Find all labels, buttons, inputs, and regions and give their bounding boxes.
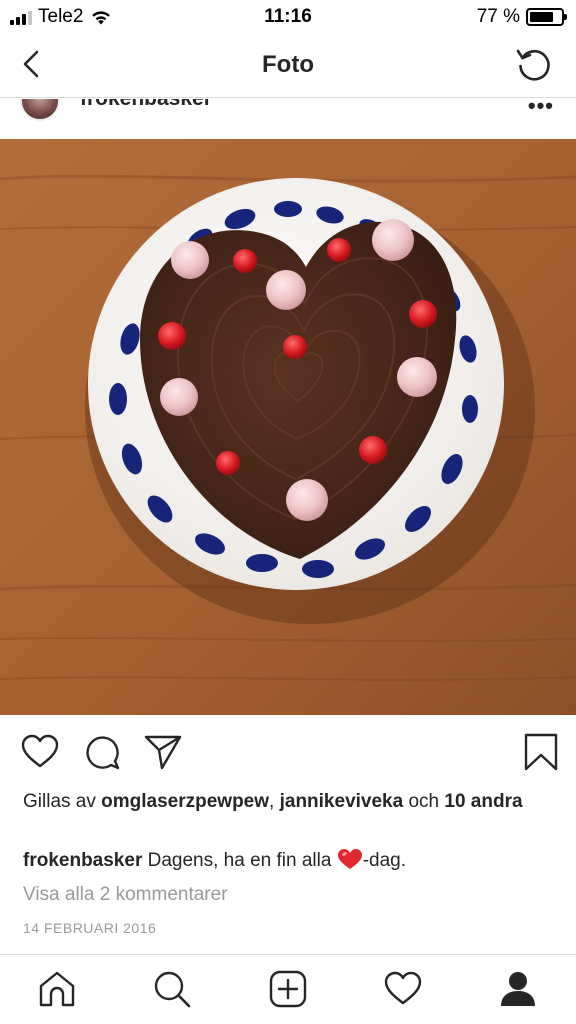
post-username[interactable]: frokenbasker [80,99,212,111]
likes-prefix: Gillas av [23,791,102,812]
battery-icon [526,8,567,26]
likes-text: Gillas av omglaserzpewpew, jannikeviveka… [23,789,553,814]
page-title: Foto [262,51,314,78]
tab-profile[interactable] [498,969,538,1009]
cake-photo [0,139,576,715]
more-icon[interactable]: ••• [528,99,554,119]
bookmark-icon [524,733,558,771]
post-date: 14 FEBRUARI 2016 [23,920,157,936]
post-actions [0,730,576,774]
liker-link[interactable]: jannikeviveka [280,791,404,812]
tab-activity[interactable] [383,969,423,1009]
post-header: frokenbasker ••• [0,99,576,139]
caption-text: Dagens, ha en fin alla [142,850,337,871]
status-bar: Tele2 11:16 77 % [0,0,576,34]
avatar[interactable] [20,99,60,121]
nav-bar: Foto [0,34,576,98]
comment-button[interactable] [82,732,122,772]
likes-others-link[interactable]: 10 andra [444,791,522,812]
battery-fill [530,12,554,22]
status-right: 77 % [476,6,567,28]
tab-search[interactable] [152,969,192,1009]
caption-username[interactable]: frokenbasker [23,850,142,871]
profile-icon [501,972,535,1006]
likes-and: och [403,791,445,812]
tab-new-post[interactable] [268,969,308,1009]
likes-separator: , [269,791,280,812]
search-icon [154,971,191,1008]
refresh-icon [516,49,550,81]
heart-icon [21,734,59,768]
comment-icon [86,736,120,770]
home-icon [39,971,75,1007]
save-button[interactable] [521,732,561,772]
caption-text-end: -dag. [362,850,407,871]
share-button[interactable] [143,732,183,772]
liker-link[interactable]: omglaserzpewpew [101,791,269,812]
view-all-comments-link[interactable]: Visa alla 2 kommentarer [23,884,228,906]
tab-bar [0,954,576,1024]
like-button[interactable] [20,732,60,772]
refresh-button[interactable] [514,44,554,84]
post-photo[interactable] [0,139,576,715]
red-heart-icon [337,849,362,869]
caption: frokenbasker Dagens, ha en fin alla -dag… [23,848,553,874]
battery-percent: 77 % [476,6,520,27]
tab-home[interactable] [37,969,77,1009]
activity-icon [384,971,422,1005]
new-post-icon [269,970,307,1008]
send-icon [144,735,182,770]
